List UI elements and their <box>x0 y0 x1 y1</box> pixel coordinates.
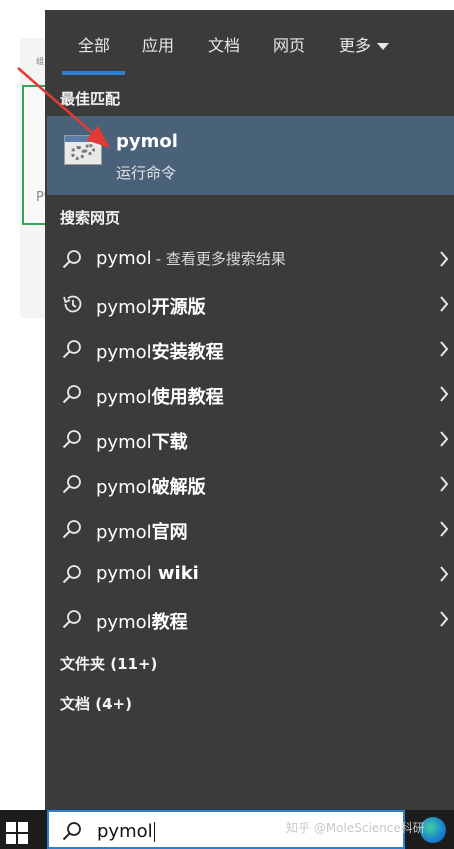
start-search-panel: 全部 应用 文档 网页 更多 最佳匹配 pymol 运行命令 搜索网页 pymo… <box>45 10 454 810</box>
documents-category[interactable]: 文档 (4+) <box>60 693 132 714</box>
web-suggestion-label: pymol破解版 <box>96 477 206 498</box>
run-command-icon <box>64 135 102 165</box>
web-search-heading: 搜索网页 <box>60 209 121 227</box>
search-icon <box>62 250 81 269</box>
web-suggestion-row[interactable]: pymol下载 <box>45 417 454 462</box>
web-suggestion-row[interactable]: pymol教程 <box>45 597 454 642</box>
best-match-result[interactable]: pymol 运行命令 <box>47 116 454 195</box>
best-match-subtitle: 运行命令 <box>116 164 177 182</box>
chevron-down-icon <box>377 43 390 50</box>
web-suggestion-label: pymol下载 <box>96 432 188 453</box>
web-suggestion-label: pymol安装教程 <box>96 342 224 363</box>
web-suggestion-label: pymol教程 <box>96 612 188 633</box>
tab-documents[interactable]: 文档 <box>208 32 240 56</box>
chevron-right-icon[interactable] <box>438 610 450 628</box>
history-icon <box>63 295 82 313</box>
windows-start-icon[interactable] <box>6 822 28 844</box>
web-suggestion-row[interactable]: pymol - 查看更多搜索结果 <box>45 237 454 282</box>
chevron-right-icon[interactable] <box>438 520 450 538</box>
web-suggestion-row[interactable]: pymol破解版 <box>45 462 454 507</box>
background-window-text: 组 <box>36 57 44 66</box>
search-icon <box>62 822 81 841</box>
tab-web[interactable]: 网页 <box>273 32 305 56</box>
web-suggestion-label: pymol开源版 <box>96 297 206 318</box>
watermark: 知乎 @MoleScience科研 <box>286 821 425 835</box>
chevron-right-icon[interactable] <box>438 340 450 358</box>
tab-more-label: 更多 <box>339 36 372 55</box>
search-input[interactable]: pymol <box>97 821 155 842</box>
chevron-right-icon[interactable] <box>438 565 450 583</box>
search-icon <box>62 340 81 359</box>
search-icon <box>62 610 81 629</box>
web-suggestion-label: pymol - 查看更多搜索结果 <box>96 248 286 269</box>
search-icon <box>62 385 81 404</box>
best-match-name: pymol <box>116 131 178 152</box>
web-suggestion-row[interactable]: pymol官网 <box>45 507 454 552</box>
web-suggestion-label: pymol使用教程 <box>96 387 224 408</box>
search-scope-tabs: 全部 应用 文档 网页 更多 <box>45 10 454 75</box>
active-tab-indicator <box>62 71 125 75</box>
search-icon <box>62 430 81 449</box>
web-suggestion-row[interactable]: pymol使用教程 <box>45 372 454 417</box>
web-suggestion-row[interactable]: pymol开源版 <box>45 282 454 327</box>
chevron-right-icon[interactable] <box>438 430 450 448</box>
search-icon <box>62 475 81 494</box>
web-suggestion-row[interactable]: pymol wiki <box>45 552 454 597</box>
chevron-right-icon[interactable] <box>438 385 450 403</box>
folders-category[interactable]: 文件夹 (11+) <box>60 653 157 674</box>
chevron-right-icon[interactable] <box>438 250 450 268</box>
best-match-heading: 最佳匹配 <box>60 90 121 108</box>
web-suggestion-label: pymol官网 <box>96 522 188 543</box>
search-icon <box>62 520 81 539</box>
tab-all[interactable]: 全部 <box>78 32 110 56</box>
web-suggestion-row[interactable]: pymol安装教程 <box>45 327 454 372</box>
search-icon <box>62 565 81 584</box>
chevron-right-icon[interactable] <box>438 475 450 493</box>
tab-more[interactable]: 更多 <box>339 32 390 56</box>
web-suggestion-label: pymol wiki <box>96 563 199 584</box>
chevron-right-icon[interactable] <box>438 295 450 313</box>
tab-apps[interactable]: 应用 <box>142 32 174 56</box>
